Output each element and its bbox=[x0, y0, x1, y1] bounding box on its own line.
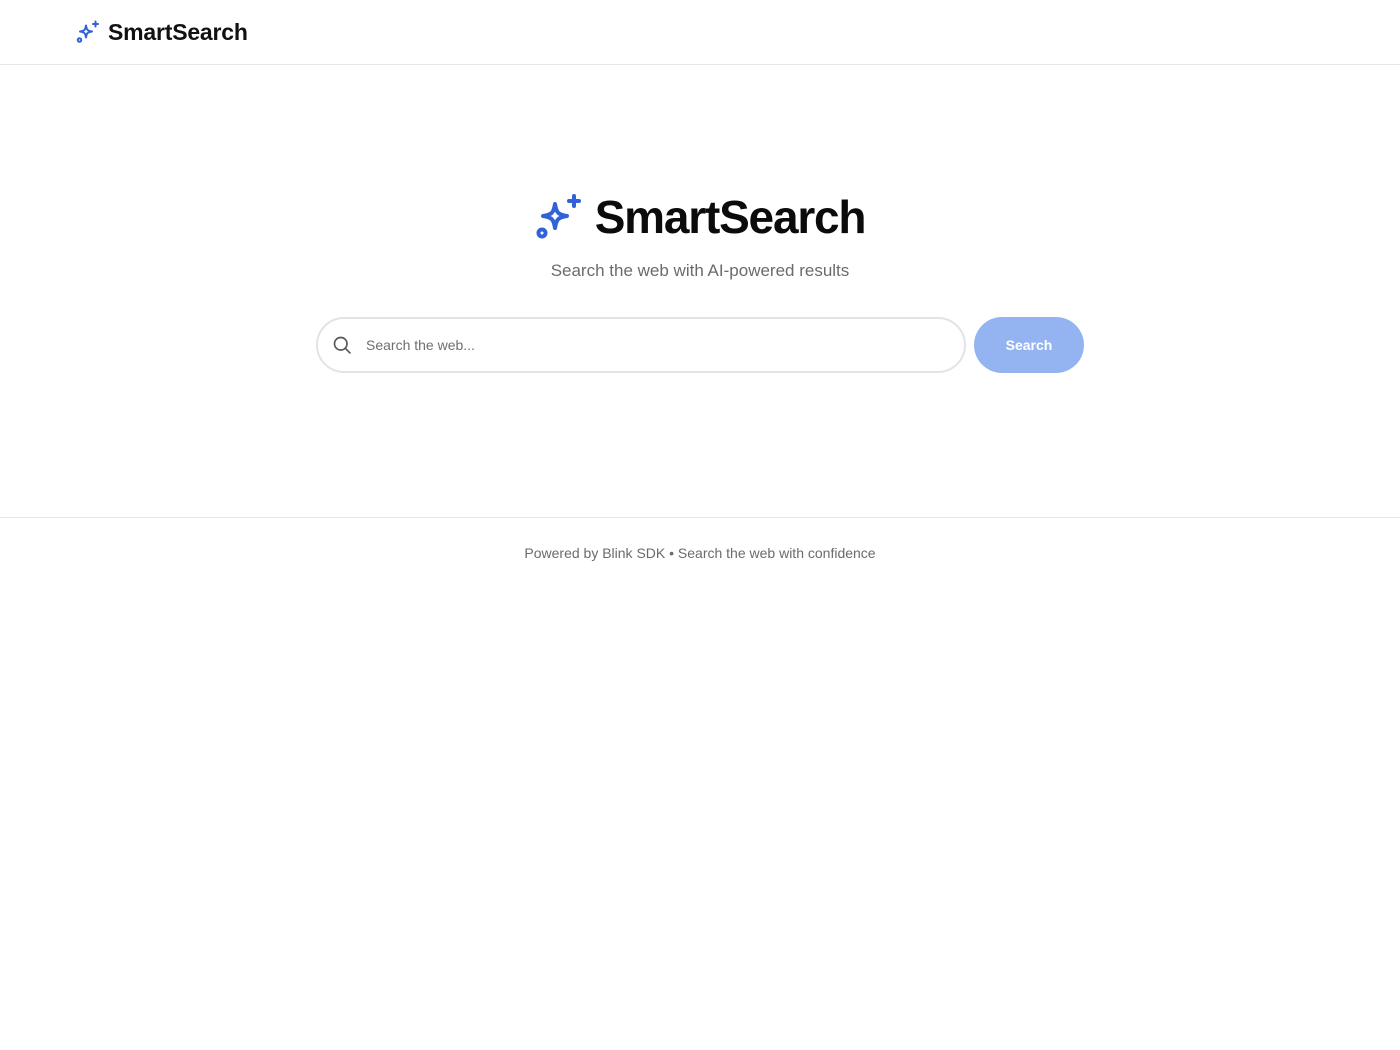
header-title: SmartSearch bbox=[108, 19, 248, 45]
footer-text: Powered by Blink SDK • Search the web wi… bbox=[524, 545, 876, 561]
hero-tagline: Search the web with AI-powered results bbox=[550, 261, 850, 280]
sparkles-icon bbox=[76, 20, 99, 43]
hero-section: SmartSearch Search the web with AI-power… bbox=[0, 65, 1400, 517]
page-footer: Powered by Blink SDK • Search the web wi… bbox=[0, 517, 1400, 587]
search-box[interactable] bbox=[316, 317, 966, 373]
header-brand[interactable]: SmartSearch bbox=[76, 18, 248, 46]
search-input[interactable] bbox=[366, 319, 946, 371]
hero-brand: SmartSearch bbox=[0, 191, 1400, 243]
sparkles-icon bbox=[536, 194, 581, 239]
search-icon bbox=[333, 336, 351, 354]
top-header: SmartSearch bbox=[0, 0, 1400, 65]
hero-title: SmartSearch bbox=[594, 191, 867, 243]
search-button[interactable]: Search bbox=[974, 317, 1084, 373]
